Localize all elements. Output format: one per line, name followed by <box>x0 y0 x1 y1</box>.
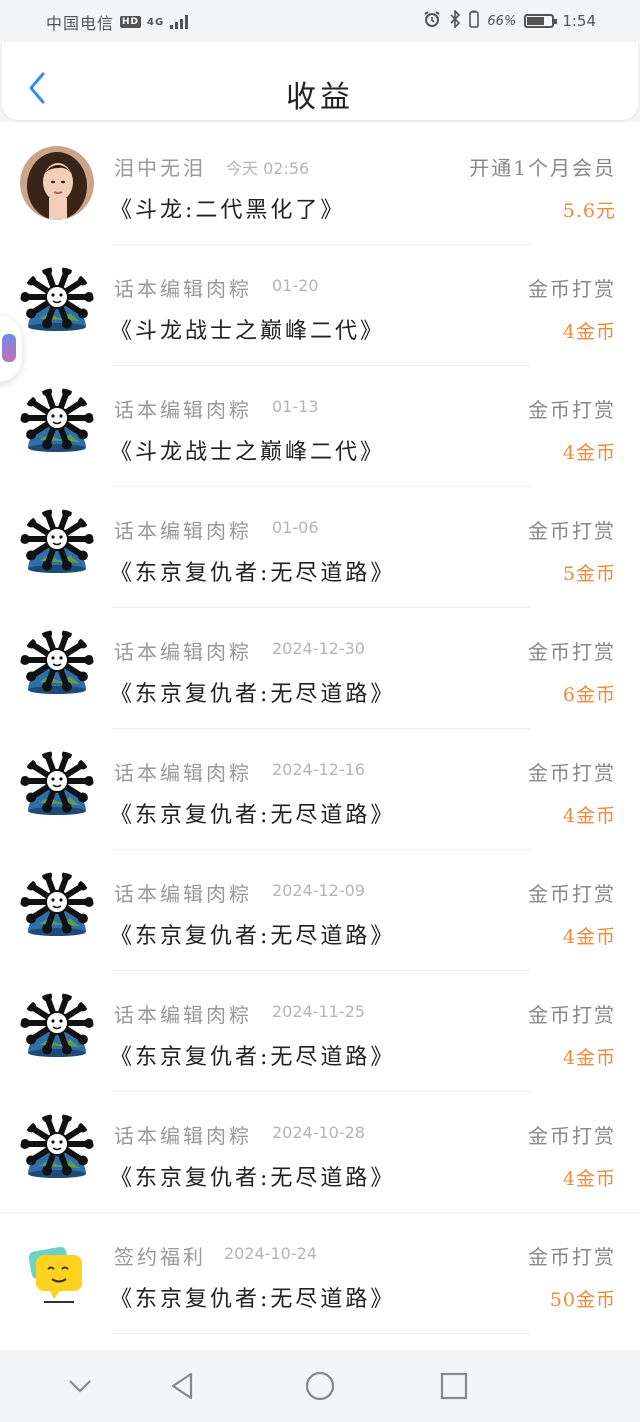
network-label: 4G <box>147 16 165 28</box>
book-title: 《斗龙:二代黑化了》 <box>110 198 346 223</box>
header-card: 收益 <box>2 42 638 120</box>
date-label: 01-20 <box>272 276 319 295</box>
page-title: 收益 <box>286 80 354 115</box>
earnings-row[interactable]: 话本编辑肉粽 2024-11-25 金币打赏《东京复仇者:无尽道路》 4金币 <box>0 971 640 1092</box>
battery-icon <box>524 14 558 28</box>
income-type: 金币打赏 <box>528 761 616 785</box>
earnings-row[interactable]: 话本编辑肉粽 01-06 金币打赏《东京复仇者:无尽道路》 5金币 <box>0 487 640 608</box>
book-title: 《东京复仇者:无尽道路》 <box>110 1045 396 1070</box>
system-nav-bar <box>0 1350 640 1422</box>
avatar[interactable] <box>20 872 94 946</box>
avatar[interactable] <box>20 630 94 704</box>
book-title: 《东京复仇者:无尽道路》 <box>110 1287 396 1312</box>
user-name: 签约福利 <box>114 1245 206 1269</box>
amount: 6金币 <box>562 684 616 706</box>
book-title: 《斗龙战士之巅峰二代》 <box>110 440 386 465</box>
date-label: 01-06 <box>272 518 319 537</box>
income-type: 金币打赏 <box>528 1003 616 1027</box>
nav-collapse-button[interactable] <box>58 1364 102 1408</box>
nav-back-button[interactable] <box>160 1364 204 1408</box>
income-type: 金币打赏 <box>528 882 616 906</box>
income-type: 金币打赏 <box>528 640 616 664</box>
income-type: 金币打赏 <box>528 1245 616 1269</box>
avatar[interactable] <box>20 146 94 220</box>
battery-percent: 66% <box>487 13 517 29</box>
user-name: 泪中无泪 <box>114 156 206 180</box>
recents-square-icon <box>440 1372 468 1400</box>
home-circle-icon <box>305 1371 335 1401</box>
date-label: 2024-12-16 <box>272 760 365 779</box>
date-label: 2024-10-24 <box>224 1244 317 1263</box>
battery-saver-icon <box>469 10 480 32</box>
avatar[interactable] <box>20 993 94 1067</box>
income-type: 金币打赏 <box>528 277 616 301</box>
header: 收益 <box>0 42 640 122</box>
income-type: 金币打赏 <box>528 519 616 543</box>
avatar[interactable] <box>20 751 94 825</box>
earnings-row[interactable]: 话本编辑肉粽 2024-10-28 金币打赏《东京复仇者:无尽道路》 4金币 <box>0 1092 640 1213</box>
income-type: 金币打赏 <box>528 1124 616 1148</box>
back-triangle-icon <box>171 1372 193 1400</box>
hd-badge: HD <box>120 16 142 28</box>
earnings-row[interactable]: 签约福利 2024-10-24 金币打赏《东京复仇者:无尽道路》 50金币 <box>0 1213 640 1334</box>
date-label: 今天 02:56 <box>226 159 310 178</box>
avatar[interactable] <box>20 1114 94 1188</box>
signal-icon <box>170 15 189 29</box>
nav-recents-button[interactable] <box>432 1364 476 1408</box>
alarm-icon <box>423 10 441 32</box>
date-label: 01-13 <box>272 397 319 416</box>
earnings-list: 泪中无泪 今天 02:56 开通1个月会员《斗龙:二代黑化了》 5.6元话本编辑肉粽 0… <box>0 124 640 1334</box>
status-bar: 中国电信 HD 4G 66% 1:54 <box>0 0 640 42</box>
avatar[interactable] <box>20 509 94 583</box>
date-label: 2024-12-09 <box>272 881 365 900</box>
book-title: 《东京复仇者:无尽道路》 <box>110 682 396 707</box>
status-left: 中国电信 HD 4G <box>46 10 189 34</box>
avatar[interactable] <box>20 388 94 462</box>
earnings-row[interactable]: 话本编辑肉粽 01-20 金币打赏《斗龙战士之巅峰二代》 4金币 <box>0 245 640 366</box>
user-name: 话本编辑肉粽 <box>114 640 252 664</box>
date-label: 2024-10-28 <box>272 1123 365 1142</box>
amount: 5金币 <box>562 563 616 585</box>
earnings-row[interactable]: 话本编辑肉粽 2024-12-09 金币打赏《东京复仇者:无尽道路》 4金币 <box>0 850 640 971</box>
user-name: 话本编辑肉粽 <box>114 882 252 906</box>
book-title: 《东京复仇者:无尽道路》 <box>110 924 396 949</box>
user-name: 话本编辑肉粽 <box>114 1124 252 1148</box>
amount: 4金币 <box>562 1047 616 1069</box>
income-type: 开通1个月会员 <box>469 156 616 180</box>
amount: 4金币 <box>562 1168 616 1190</box>
amount: 4金币 <box>562 321 616 343</box>
book-title: 《东京复仇者:无尽道路》 <box>110 1166 396 1191</box>
nav-home-button[interactable] <box>298 1364 342 1408</box>
carrier-label: 中国电信 <box>46 14 115 33</box>
book-title: 《东京复仇者:无尽道路》 <box>110 803 396 828</box>
amount: 4金币 <box>562 442 616 464</box>
status-right: 66% 1:54 <box>423 9 596 32</box>
earnings-row[interactable]: 泪中无泪 今天 02:56 开通1个月会员《斗龙:二代黑化了》 5.6元 <box>0 124 640 245</box>
book-title: 《斗龙战士之巅峰二代》 <box>110 319 386 344</box>
chevron-down-icon <box>69 1380 91 1393</box>
date-label: 2024-12-30 <box>272 639 365 658</box>
amount: 4金币 <box>562 805 616 827</box>
book-title: 《东京复仇者:无尽道路》 <box>110 561 396 586</box>
income-type: 金币打赏 <box>528 398 616 422</box>
user-name: 话本编辑肉粽 <box>114 519 252 543</box>
date-label: 2024-11-25 <box>272 1002 365 1021</box>
avatar[interactable] <box>20 1235 94 1309</box>
user-name: 话本编辑肉粽 <box>114 761 252 785</box>
user-name: 话本编辑肉粽 <box>114 398 252 422</box>
divider <box>112 1333 530 1334</box>
amount: 5.6元 <box>562 200 616 222</box>
clock: 1:54 <box>562 12 596 30</box>
bluetooth-icon <box>449 9 461 32</box>
amount: 50金币 <box>549 1289 616 1311</box>
earnings-row[interactable]: 话本编辑肉粽 2024-12-16 金币打赏《东京复仇者:无尽道路》 4金币 <box>0 729 640 850</box>
amount: 4金币 <box>562 926 616 948</box>
avatar[interactable] <box>20 267 94 341</box>
earnings-row[interactable]: 话本编辑肉粽 2024-12-30 金币打赏《东京复仇者:无尽道路》 6金币 <box>0 608 640 729</box>
earnings-row[interactable]: 话本编辑肉粽 01-13 金币打赏《斗龙战士之巅峰二代》 4金币 <box>0 366 640 487</box>
user-name: 话本编辑肉粽 <box>114 277 252 301</box>
user-name: 话本编辑肉粽 <box>114 1003 252 1027</box>
